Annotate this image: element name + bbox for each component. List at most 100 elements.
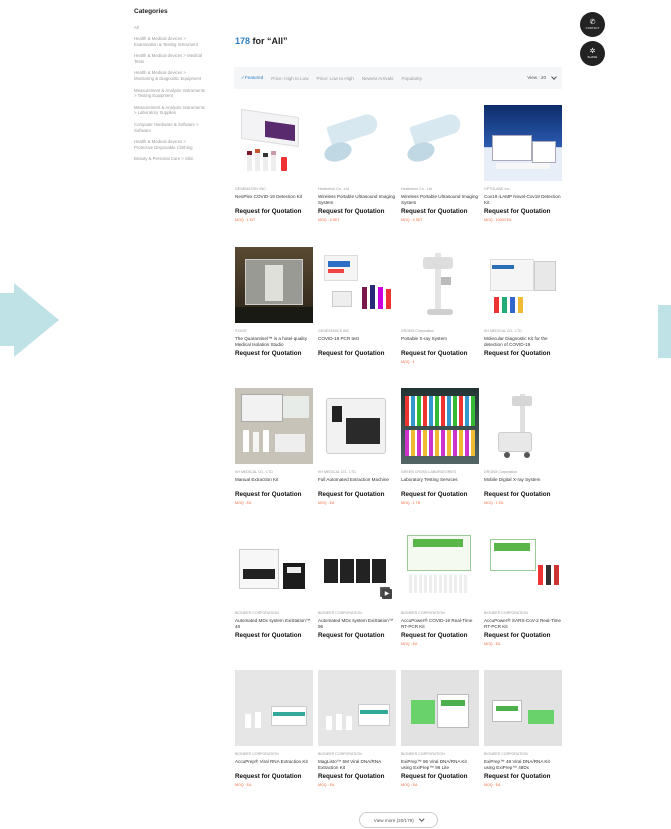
- product-image-kit-box[interactable]: [235, 105, 313, 181]
- product-card[interactable]: Healcerion Co., Ltd Wireless Portable Ult…: [318, 105, 396, 223]
- product-name[interactable]: Automated MDx system ExiStation™ 96: [318, 618, 396, 630]
- request-quotation-link[interactable]: Request for Quotation: [401, 491, 479, 498]
- product-image-ultrasound[interactable]: [318, 105, 396, 181]
- request-quotation-link[interactable]: Request for Quotation: [484, 491, 562, 498]
- product-name[interactable]: Portable X-ray System: [401, 336, 479, 348]
- request-quotation-link[interactable]: Request for Quotation: [484, 632, 562, 639]
- request-quotation-link[interactable]: Request for Quotation: [318, 632, 396, 639]
- product-image-kit-box[interactable]: [318, 247, 396, 323]
- product-name[interactable]: Full Automated Extraction Machine: [318, 477, 396, 489]
- request-quotation-link[interactable]: Request for Quotation: [235, 208, 313, 215]
- product-card[interactable]: ▶ BIONEER CORPORATION Automated MDx system…: [318, 529, 396, 647]
- product-image-ultrasound[interactable]: [401, 105, 479, 181]
- product-card[interactable]: BIONEER CORPORATION ExiPrep™ 48 Viral DNA…: [484, 670, 562, 788]
- product-name[interactable]: Wireless Portable Ultrasound Imaging Sys…: [318, 194, 396, 206]
- product-card[interactable]: STAGE The Quarantinel™ is a hotel-quality…: [235, 247, 313, 365]
- category-item[interactable]: Computer Hardware & Software > Software: [134, 122, 206, 134]
- product-image-kit-box[interactable]: [401, 670, 479, 746]
- category-item[interactable]: Health & Medical devices > Medical Tests: [134, 53, 206, 65]
- request-quotation-link[interactable]: Request for Quotation: [235, 350, 313, 357]
- product-image-kit-box[interactable]: [484, 105, 562, 181]
- category-item[interactable]: Health & Medical devices > Examination &…: [134, 36, 206, 48]
- category-item[interactable]: Health & Medical devices > Protective Di…: [134, 139, 206, 151]
- product-name[interactable]: ExiPrep™ 96 Viral DNA/RNA Kit using ExiP…: [401, 759, 479, 771]
- request-quotation-link[interactable]: Request for Quotation: [401, 632, 479, 639]
- product-image-mdx-system[interactable]: ▶: [318, 529, 396, 605]
- request-quotation-link[interactable]: Request for Quotation: [484, 773, 562, 780]
- product-name[interactable]: AccuPower® COVID-19 Real-Time RT-PCR Kit: [401, 618, 479, 630]
- view-count-select[interactable]: View : 20: [527, 73, 557, 80]
- request-quotation-link[interactable]: Request for Quotation: [318, 773, 396, 780]
- view-more-button[interactable]: View more (20/178): [359, 812, 438, 828]
- product-name[interactable]: AccuPrep® Viral RNA Extraction Kit: [235, 759, 313, 771]
- product-card[interactable]: DRGEM Corporation Mobile Digital X-ray Sy…: [484, 388, 562, 506]
- request-quotation-link[interactable]: Request for Quotation: [318, 491, 396, 498]
- request-quotation-link[interactable]: Request for Quotation: [235, 491, 313, 498]
- request-quotation-link[interactable]: Request for Quotation: [235, 773, 313, 780]
- contact-button[interactable]: ✆ CONTACT: [580, 12, 605, 37]
- product-card[interactable]: BIONEER CORPORATION MagListo™ 5M Viral DN…: [318, 670, 396, 788]
- category-item[interactable]: Health & Medical devices > Monitoring & …: [134, 70, 206, 82]
- product-image-extraction-machine[interactable]: [318, 388, 396, 464]
- category-item[interactable]: Beauty & Personal Care > Skin: [134, 156, 206, 162]
- request-quotation-link[interactable]: Request for Quotation: [401, 208, 479, 215]
- sort-price-low-high[interactable]: Price: Low to High: [317, 76, 354, 81]
- product-card[interactable]: BIONEER CORPORATION ExiPrep™ 96 Viral DNA…: [401, 670, 479, 788]
- request-quotation-link[interactable]: Request for Quotation: [318, 350, 396, 357]
- request-quotation-link[interactable]: Request for Quotation: [318, 208, 396, 215]
- product-card[interactable]: KH MEDICAL CO., LTD. Full Automated Extra…: [318, 388, 396, 506]
- product-name[interactable]: AccuPower® SARS-CoV-2 Real-Time RT-PCR K…: [484, 618, 562, 630]
- product-name[interactable]: Manual Extraction Kit: [235, 477, 313, 489]
- product-name[interactable]: The Quarantinel™ is a hotel-quality Medi…: [235, 336, 313, 348]
- sort-popularity[interactable]: Popularity: [401, 76, 421, 81]
- product-card[interactable]: BIONEER CORPORATION Automated MDx system …: [235, 529, 313, 647]
- product-card[interactable]: OPTOLANE Inc. Cov19 iLAMP Novel-Cov19 Det…: [484, 105, 562, 223]
- product-name[interactable]: Cov19 iLAMP Novel-Cov19 Detection Kit: [484, 194, 562, 206]
- request-quotation-link[interactable]: Request for Quotation: [484, 350, 562, 357]
- product-image-kit-box[interactable]: [484, 529, 562, 605]
- request-quotation-link[interactable]: Request for Quotation: [235, 632, 313, 639]
- product-image-isolation-room[interactable]: [235, 247, 313, 323]
- product-card[interactable]: GENESEMICS INC. COVID-19 PCR test Request …: [318, 247, 396, 365]
- request-quotation-link[interactable]: Request for Quotation: [401, 350, 479, 357]
- product-name[interactable]: Wireless Portable Ultrasound Imaging Sys…: [401, 194, 479, 206]
- product-card[interactable]: BIONEER CORPORATION AccuPower® COVID-19 R…: [401, 529, 479, 647]
- sort-price-high-low[interactable]: Price: High to Low: [271, 76, 308, 81]
- next-arrow-icon[interactable]: [658, 305, 671, 358]
- sort-featured[interactable]: ✓Featured: [241, 75, 263, 81]
- product-card[interactable]: BIONEER CORPORATION AccuPower® SARS-CoV-2…: [484, 529, 562, 647]
- product-card[interactable]: BIONEER CORPORATION AccuPrep® Viral RNA E…: [235, 670, 313, 788]
- product-name[interactable]: Mobile Digital X-ray System: [484, 477, 562, 489]
- product-image-test-tubes[interactable]: [401, 388, 479, 464]
- product-image-kit-box[interactable]: [235, 670, 313, 746]
- product-image-kit-box[interactable]: [401, 529, 479, 605]
- request-quotation-link[interactable]: Request for Quotation: [401, 773, 479, 780]
- product-name[interactable]: Molecular Diagnostic Kit for the detecti…: [484, 336, 562, 348]
- product-name[interactable]: ExiPrep™ 48 Viral DNA/RNA Kit using ExiP…: [484, 759, 562, 771]
- product-image-kit-box[interactable]: [484, 247, 562, 323]
- request-quotation-link[interactable]: Request for Quotation: [484, 208, 562, 215]
- sort-newest[interactable]: Newest Arrivals: [362, 76, 394, 81]
- category-item[interactable]: Measurement & Analysis Instruments > Tes…: [134, 88, 206, 100]
- product-card[interactable]: KH MEDICAL CO., LTD. Molecular Diagnostic…: [484, 247, 562, 365]
- product-image-kit-box[interactable]: [318, 670, 396, 746]
- share-button[interactable]: ✲ SHARE: [580, 41, 605, 66]
- product-image-xray-machine[interactable]: [484, 388, 562, 464]
- product-card[interactable]: KH MEDICAL CO., LTD. Manual Extraction Ki…: [235, 388, 313, 506]
- play-icon[interactable]: ▶: [382, 589, 392, 599]
- product-card[interactable]: Healcerion Co., Ltd Wireless Portable Ult…: [401, 105, 479, 223]
- product-image-kit-box[interactable]: [484, 670, 562, 746]
- product-image-kit-box[interactable]: [235, 388, 313, 464]
- category-item[interactable]: All: [134, 25, 206, 31]
- product-name[interactable]: Automated MDx system ExiStation™ 48: [235, 618, 313, 630]
- product-name[interactable]: Laboratory Testing Services: [401, 477, 479, 489]
- product-image-xray-machine[interactable]: [401, 247, 479, 323]
- product-card[interactable]: GREEN CROSS LABORATORIES Laboratory Testi…: [401, 388, 479, 506]
- product-image-mdx-system[interactable]: [235, 529, 313, 605]
- product-name[interactable]: COVID-19 PCR test: [318, 336, 396, 348]
- product-name[interactable]: NeoPlex COVID-19 Detection Kit: [235, 194, 313, 206]
- product-name[interactable]: MagListo™ 5M Viral DNA/RNA Extraction Ki…: [318, 759, 396, 771]
- product-card[interactable]: DRGEM Corporation Portable X-ray System Re…: [401, 247, 479, 365]
- category-item[interactable]: Measurement & Analysis Instruments > Lab…: [134, 105, 206, 117]
- product-card[interactable]: GENEMATRIX INC. NeoPlex COVID-19 Detectio…: [235, 105, 313, 223]
